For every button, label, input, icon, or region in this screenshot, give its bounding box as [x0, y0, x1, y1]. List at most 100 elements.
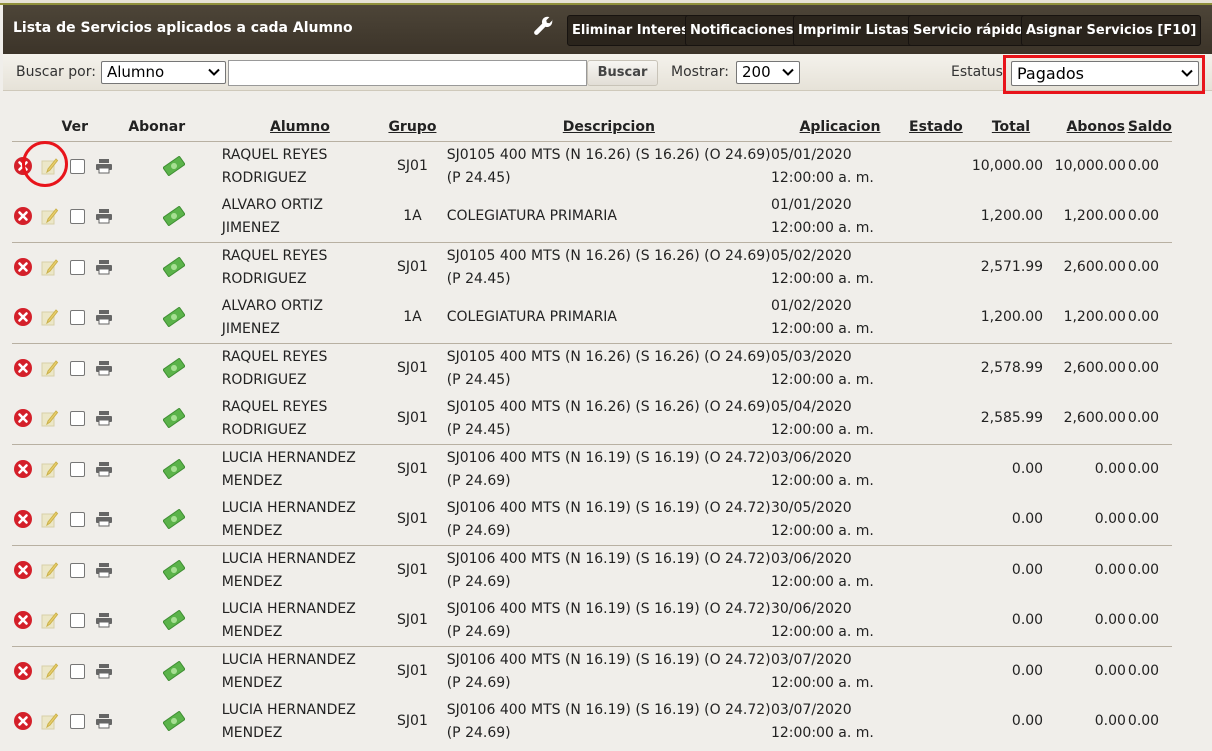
- table-row: RAQUEL REYES RODRIGUEZ SJ01 SJ0105 400 M…: [12, 342, 1172, 394]
- estado-cell: [909, 544, 962, 596]
- table-row: RAQUEL REYES RODRIGUEZ SJ01 SJ0105 400 M…: [12, 394, 1172, 445]
- row-checkbox[interactable]: [69, 360, 85, 376]
- abonos-cell: 0.00: [1094, 511, 1126, 527]
- grupo-cell: SJ01: [378, 443, 447, 495]
- buscar-button[interactable]: Buscar: [587, 60, 658, 86]
- abonos-cell: 2,600.00: [1045, 241, 1128, 293]
- delete-icon[interactable]: [13, 509, 33, 529]
- money-icon[interactable]: [162, 509, 185, 529]
- row-checkbox[interactable]: [69, 511, 85, 527]
- row-checkbox[interactable]: [69, 562, 85, 578]
- estatus-label: Estatus: [951, 64, 1003, 80]
- row-checkbox[interactable]: [69, 158, 85, 174]
- abonos-cell: 1,200.00: [1063, 309, 1126, 325]
- print-icon[interactable]: [95, 409, 113, 427]
- estado-cell: [909, 394, 961, 445]
- row-checkbox[interactable]: [69, 208, 85, 224]
- print-icon[interactable]: [95, 611, 113, 629]
- search-input[interactable]: [228, 60, 587, 86]
- print-icon[interactable]: [95, 359, 113, 377]
- saldo-cell: 0.00: [1127, 544, 1172, 596]
- edit-icon[interactable]: [39, 661, 59, 681]
- money-icon[interactable]: [162, 459, 185, 479]
- total-cell: 0.00: [1011, 511, 1044, 527]
- saldo-cell: 0.00: [1127, 158, 1160, 174]
- money-icon[interactable]: [162, 358, 185, 378]
- imprimir-listas-button[interactable]: Imprimir Listas: [793, 15, 914, 46]
- money-icon[interactable]: [162, 408, 185, 428]
- print-icon[interactable]: [95, 510, 113, 528]
- edit-icon[interactable]: [39, 459, 59, 479]
- edit-icon[interactable]: [39, 560, 59, 580]
- edit-icon[interactable]: [39, 307, 59, 327]
- delete-icon[interactable]: [13, 307, 33, 327]
- wrench-icon[interactable]: [532, 14, 556, 38]
- money-icon[interactable]: [162, 206, 185, 226]
- money-icon[interactable]: [162, 711, 185, 732]
- eliminar-interes-button[interactable]: Eliminar Interes: [567, 15, 694, 46]
- delete-icon[interactable]: [13, 408, 33, 428]
- print-icon[interactable]: [95, 460, 113, 478]
- grupo-cell: SJ01: [378, 645, 447, 697]
- money-icon[interactable]: [162, 661, 185, 681]
- row-checkbox[interactable]: [69, 612, 85, 628]
- estado-cell: [909, 495, 961, 546]
- delete-icon[interactable]: [13, 206, 33, 226]
- print-icon[interactable]: [95, 207, 113, 225]
- print-icon[interactable]: [95, 561, 113, 579]
- delete-icon[interactable]: [13, 661, 33, 681]
- row-checkbox[interactable]: [69, 663, 85, 679]
- delete-icon[interactable]: [13, 358, 33, 378]
- money-icon[interactable]: [162, 560, 185, 580]
- print-icon[interactable]: [95, 258, 113, 276]
- delete-icon[interactable]: [13, 459, 33, 479]
- buscar-por-value: Alumno: [107, 63, 165, 81]
- delete-icon[interactable]: [13, 257, 33, 277]
- header-grupo[interactable]: Grupo: [378, 114, 447, 142]
- money-icon[interactable]: [162, 610, 185, 630]
- delete-icon[interactable]: [13, 711, 33, 731]
- print-icon[interactable]: [95, 308, 113, 326]
- mostrar-label: Mostrar:: [671, 64, 729, 80]
- header-total[interactable]: Total: [961, 114, 1046, 142]
- header-abonos[interactable]: Abonos: [1045, 114, 1128, 142]
- row-checkbox[interactable]: [69, 259, 85, 275]
- print-icon[interactable]: [95, 662, 113, 680]
- aplicacion-cell: 30/06/2020 12:00:00 a. m.: [770, 600, 874, 640]
- row-checkbox[interactable]: [69, 309, 85, 325]
- print-icon[interactable]: [95, 157, 113, 175]
- edit-icon[interactable]: [39, 711, 59, 731]
- mostrar-select[interactable]: 200: [736, 61, 800, 84]
- saldo-cell: 0.00: [1127, 342, 1172, 394]
- grupo-cell: SJ01: [397, 612, 428, 628]
- row-checkbox[interactable]: [69, 461, 85, 477]
- grupo-cell: SJ01: [397, 713, 428, 730]
- asignar-servicios-button[interactable]: Asignar Servicios [F10]: [1021, 15, 1202, 46]
- header-alumno[interactable]: Alumno: [221, 114, 379, 142]
- delete-icon[interactable]: [13, 610, 33, 630]
- print-icon[interactable]: [95, 712, 113, 730]
- descripcion-cell: SJ0105 400 MTS (N 16.26) (S 16.26) (O 24…: [446, 241, 771, 293]
- row-checkbox[interactable]: [69, 713, 85, 729]
- edit-icon[interactable]: [39, 610, 59, 630]
- aplicacion-cell: 05/01/2020 12:00:00 a. m.: [770, 146, 874, 186]
- edit-icon[interactable]: [39, 408, 59, 428]
- header-descripcion[interactable]: Descripcion: [446, 114, 771, 142]
- delete-icon[interactable]: [13, 560, 33, 580]
- edit-icon[interactable]: [39, 257, 59, 277]
- header-saldo[interactable]: Saldo: [1127, 114, 1172, 142]
- edit-icon[interactable]: [39, 509, 59, 529]
- buscar-por-select[interactable]: Alumno: [101, 61, 226, 84]
- money-icon[interactable]: [162, 156, 185, 176]
- money-icon[interactable]: [162, 307, 185, 327]
- delete-highlight: [22, 141, 68, 187]
- money-icon[interactable]: [162, 257, 185, 277]
- estado-cell: [909, 241, 962, 293]
- edit-icon[interactable]: [39, 358, 59, 378]
- servicio-rapido-button[interactable]: Servicio rápido: [908, 15, 1029, 46]
- notificaciones-button[interactable]: Notificaciones: [685, 15, 799, 46]
- row-checkbox[interactable]: [69, 410, 85, 426]
- header-estado[interactable]: Estado: [909, 114, 963, 142]
- header-aplicacion[interactable]: Aplicacion: [770, 114, 910, 142]
- edit-icon[interactable]: [39, 206, 59, 226]
